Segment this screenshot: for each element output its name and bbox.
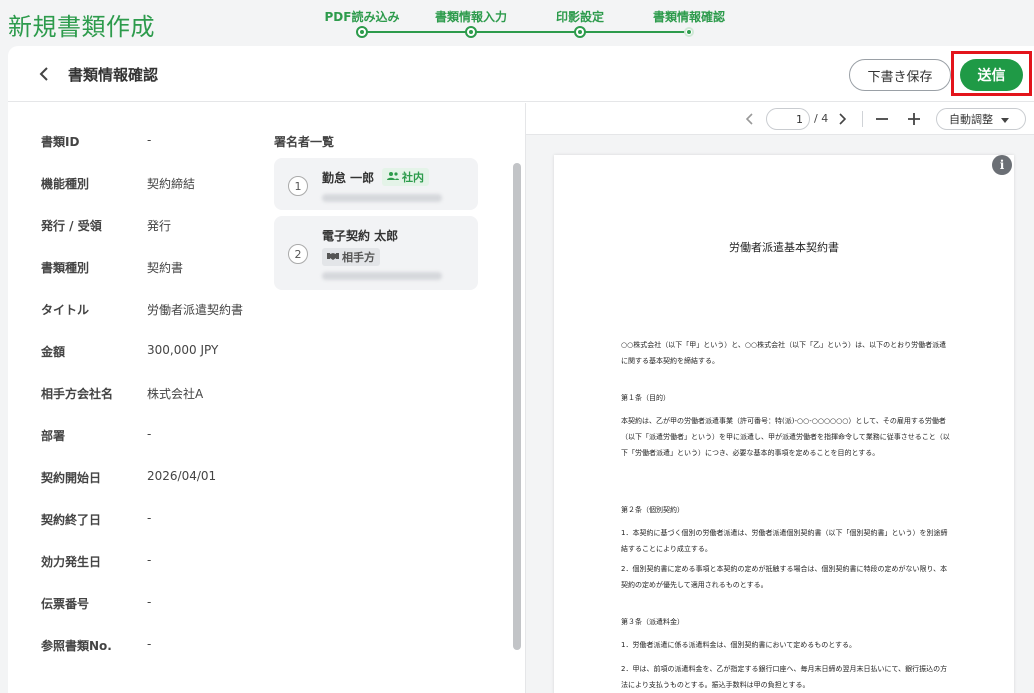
- stepper-line: [362, 31, 692, 33]
- document-paragraph: 2．甲は、前項の派遣料金を、乙が指定する銀行口座へ、毎月末日締め翌月末日払いにて…: [621, 665, 948, 689]
- document-section-heading: 第１条（目的）: [621, 394, 670, 402]
- back-chevron-icon[interactable]: [34, 64, 54, 84]
- step-label-seal: 印影設定: [555, 10, 605, 24]
- next-page-icon[interactable]: [832, 109, 852, 129]
- internal-badge: 社内: [382, 168, 429, 186]
- counterparty-badge-label: 相手方: [342, 251, 375, 264]
- detail-value: 労働者派遣契約書: [147, 303, 244, 317]
- document-section-heading: 第２条（個別契約）: [621, 506, 684, 514]
- pdf-page: 労働者派遣基本契約書 ○○株式会社（以下「甲」という）と、○○株式会社（以下「乙…: [554, 155, 1014, 693]
- document-paragraph: 1．本契約に基づく個別の労働者派遣は、労働者派遣個別契約書（以下「個別契約書」と…: [621, 529, 948, 553]
- handshake-icon: [327, 251, 339, 264]
- page-total: / 4: [814, 112, 829, 125]
- info-icon[interactable]: i: [992, 155, 1012, 175]
- detail-label: 書類種別: [41, 261, 90, 275]
- internal-badge-label: 社内: [402, 171, 424, 184]
- zoom-select[interactable]: 自動調整: [936, 108, 1026, 130]
- detail-row: 発行 / 受領 発行: [41, 217, 171, 234]
- detail-row: タイトル 労働者派遣契約書: [41, 301, 243, 318]
- detail-value: 2026/04/01: [147, 469, 217, 483]
- document-paragraph: 本契約は、乙が甲の労働者派遣事業（許可番号：特(派)-○○-○○○○○○）として…: [621, 417, 950, 457]
- detail-row: 書類種別 契約書: [41, 259, 183, 276]
- page-number-input[interactable]: [766, 108, 810, 130]
- zoom-select-value: 自動調整: [949, 113, 993, 126]
- detail-label: 効力発生日: [41, 555, 102, 569]
- detail-row: 効力発生日 -: [41, 553, 151, 570]
- signer-card-2: 2 電子契約 太郎 相手方: [274, 216, 478, 290]
- detail-value: -: [147, 133, 152, 147]
- detail-value: 300,000 JPY: [147, 343, 219, 357]
- document-paragraph: 1．労働者派遣に係る派遣料金は、個別契約書において定めるものとする。: [621, 641, 857, 649]
- signer-email-redacted: [322, 194, 442, 202]
- detail-value: -: [147, 637, 152, 651]
- detail-label: 相手方会社名: [41, 387, 114, 401]
- step-label-confirm: 書類情報確認: [652, 10, 726, 24]
- send-button[interactable]: 送信: [960, 59, 1023, 91]
- detail-label: 参照書類No.: [41, 639, 112, 653]
- detail-value: -: [147, 553, 152, 567]
- detail-value: -: [147, 595, 152, 609]
- detail-label: 発行 / 受領: [41, 219, 102, 233]
- detail-row: 契約終了日 -: [41, 511, 151, 528]
- card-header: 書類情報確認 下書き保存 送信: [8, 46, 1034, 102]
- detail-label: 契約終了日: [41, 513, 102, 527]
- detail-value: -: [147, 427, 152, 441]
- step-dot-pdf: [356, 26, 368, 38]
- detail-row: 部署 -: [41, 427, 151, 444]
- signer-name: 電子契約 太郎: [322, 229, 399, 243]
- step-dot-info-input: [465, 26, 477, 38]
- detail-label: 金額: [41, 345, 66, 359]
- signer-list-heading: 署名者一覧: [274, 135, 335, 149]
- detail-label: 機能種別: [41, 177, 90, 191]
- document-details-panel: 書類ID - 機能種別 契約締結発行 / 受領 発行書類種別 契約書タイトル 労働者派遣契約…: [8, 103, 525, 693]
- document-title: 労働者派遣基本契約書: [729, 241, 839, 254]
- pdf-viewer: / 4 自動調整 労働者派遣基本契約書 ○○株式会社（以下「甲」という）と、○○…: [526, 103, 1034, 693]
- viewer-toolbar: / 4 自動調整: [526, 103, 1034, 135]
- detail-value: 発行: [147, 219, 172, 233]
- toolbar-separator: [862, 111, 863, 127]
- save-draft-button[interactable]: 下書き保存: [849, 59, 951, 91]
- signer-email-redacted: [322, 272, 442, 280]
- detail-row: 契約開始日 2026/04/01: [41, 469, 216, 486]
- zoom-out-icon[interactable]: [872, 109, 892, 129]
- detail-row: 金額 300,000 JPY: [41, 343, 218, 360]
- detail-label: 契約開始日: [41, 471, 102, 485]
- people-icon: [387, 171, 399, 184]
- step-label-info-input: 書類情報入力: [434, 10, 508, 24]
- detail-row: 伝票番号 -: [41, 595, 151, 612]
- detail-label: 書類ID: [41, 135, 80, 149]
- prev-page-icon[interactable]: [740, 109, 760, 129]
- detail-row: 参照書類No. -: [41, 637, 151, 654]
- detail-value: -: [147, 511, 152, 525]
- detail-value: 株式会社A: [147, 387, 204, 401]
- caret-down-icon: [1001, 113, 1009, 126]
- detail-row: 書類ID -: [41, 133, 151, 150]
- detail-label: タイトル: [41, 303, 90, 317]
- detail-label: 部署: [41, 429, 66, 443]
- detail-row: 機能種別 契約締結: [41, 175, 195, 192]
- page-title: 書類情報確認: [68, 66, 159, 84]
- signer-number: 1: [288, 176, 308, 196]
- signer-card-1: 1 勤怠 一郎 社内: [274, 158, 478, 210]
- zoom-in-icon[interactable]: [904, 109, 924, 129]
- signer-name: 勤怠 一郎: [322, 171, 375, 185]
- step-dot-seal: [574, 26, 586, 38]
- signer-number: 2: [288, 244, 308, 264]
- document-section-heading: 第３条（派遣料金）: [621, 618, 684, 626]
- detail-value: 契約書: [147, 261, 184, 275]
- detail-row: 相手方会社名 株式会社A: [41, 385, 203, 402]
- counterparty-badge: 相手方: [322, 248, 380, 266]
- left-panel-scrollbar[interactable]: [513, 163, 521, 650]
- document-paragraph: 2．個別契約書に定める事項と本契約の定めが抵触する場合は、個別契約書に特段の定め…: [621, 565, 948, 589]
- step-dot-confirm: [684, 27, 694, 37]
- detail-value: 契約締結: [147, 177, 196, 191]
- app-title: 新規書類作成: [8, 13, 155, 41]
- detail-label: 伝票番号: [41, 597, 90, 611]
- document-intro: ○○株式会社（以下「甲」という）と、○○株式会社（以下「乙」という）は、以下のと…: [621, 341, 947, 365]
- main-card: 書類情報確認 下書き保存 送信 書類ID - 機能種別 契約締結 発行 / 受領 発行 書類…: [8, 46, 1034, 693]
- step-label-pdf: PDF読み込み: [324, 10, 400, 24]
- progress-stepper: PDF読み込み 書類情報入力 印影設定 書類情報確認: [300, 0, 760, 44]
